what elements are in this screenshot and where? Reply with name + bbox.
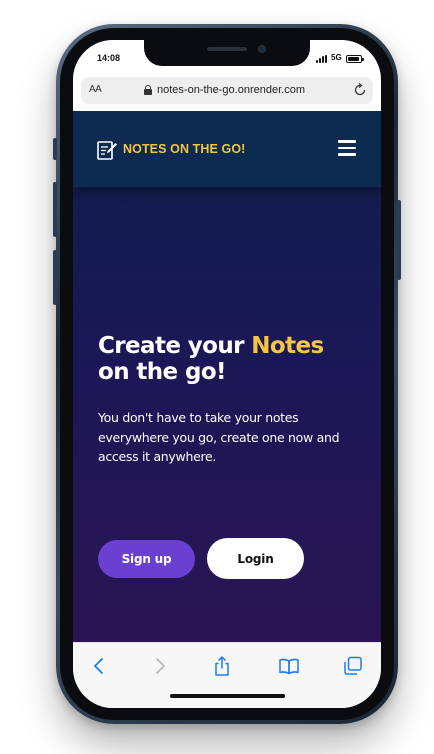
hero-title-part2: on the go! <box>98 359 227 385</box>
lock-icon <box>144 85 152 95</box>
phone-mockup: 14:08 5G AA notes-on-the-go.onrender.com <box>0 0 434 754</box>
signup-button[interactable]: Sign up <box>98 540 195 578</box>
share-icon[interactable] <box>211 655 233 677</box>
back-icon[interactable] <box>88 655 110 677</box>
bookmarks-icon[interactable] <box>278 655 300 677</box>
network-type: 5G <box>331 53 342 62</box>
tabs-icon[interactable] <box>342 655 364 677</box>
reload-icon[interactable] <box>353 83 367 97</box>
brand-name[interactable]: NOTES ON THE GO! <box>123 142 245 156</box>
hamburger-menu-icon[interactable] <box>338 140 356 156</box>
volume-up-button <box>53 182 57 237</box>
volume-down-button <box>53 250 57 305</box>
text-size-button[interactable]: AA <box>89 84 102 95</box>
navbar: NOTES ON THE GO! <box>73 111 381 187</box>
signal-icon <box>316 55 328 63</box>
hero-title-accent: Notes <box>251 333 324 359</box>
hero-description: You don't have to take your notes everyw… <box>98 410 340 464</box>
battery-icon <box>346 55 364 63</box>
notepad-pencil-icon <box>97 141 117 160</box>
hero-title: Create your Notes on the go! <box>98 333 358 385</box>
browser-toolbar <box>73 642 381 708</box>
power-button <box>397 200 401 280</box>
hero-title-part1: Create your <box>98 333 252 359</box>
webpage: NOTES ON THE GO! Create your Notes on th… <box>73 111 381 642</box>
login-button[interactable]: Login <box>207 538 304 579</box>
front-camera <box>258 45 266 53</box>
phone-screen: 14:08 5G AA notes-on-the-go.onrender.com <box>73 40 381 708</box>
status-bar: 14:08 5G <box>73 40 381 76</box>
silent-switch <box>53 138 57 160</box>
home-indicator[interactable] <box>170 694 285 698</box>
url-text[interactable]: notes-on-the-go.onrender.com <box>157 84 305 96</box>
address-bar[interactable]: AA notes-on-the-go.onrender.com <box>81 77 373 104</box>
status-time: 14:08 <box>97 53 121 63</box>
forward-icon[interactable] <box>149 655 171 677</box>
notch <box>144 40 310 66</box>
speaker <box>207 47 247 51</box>
